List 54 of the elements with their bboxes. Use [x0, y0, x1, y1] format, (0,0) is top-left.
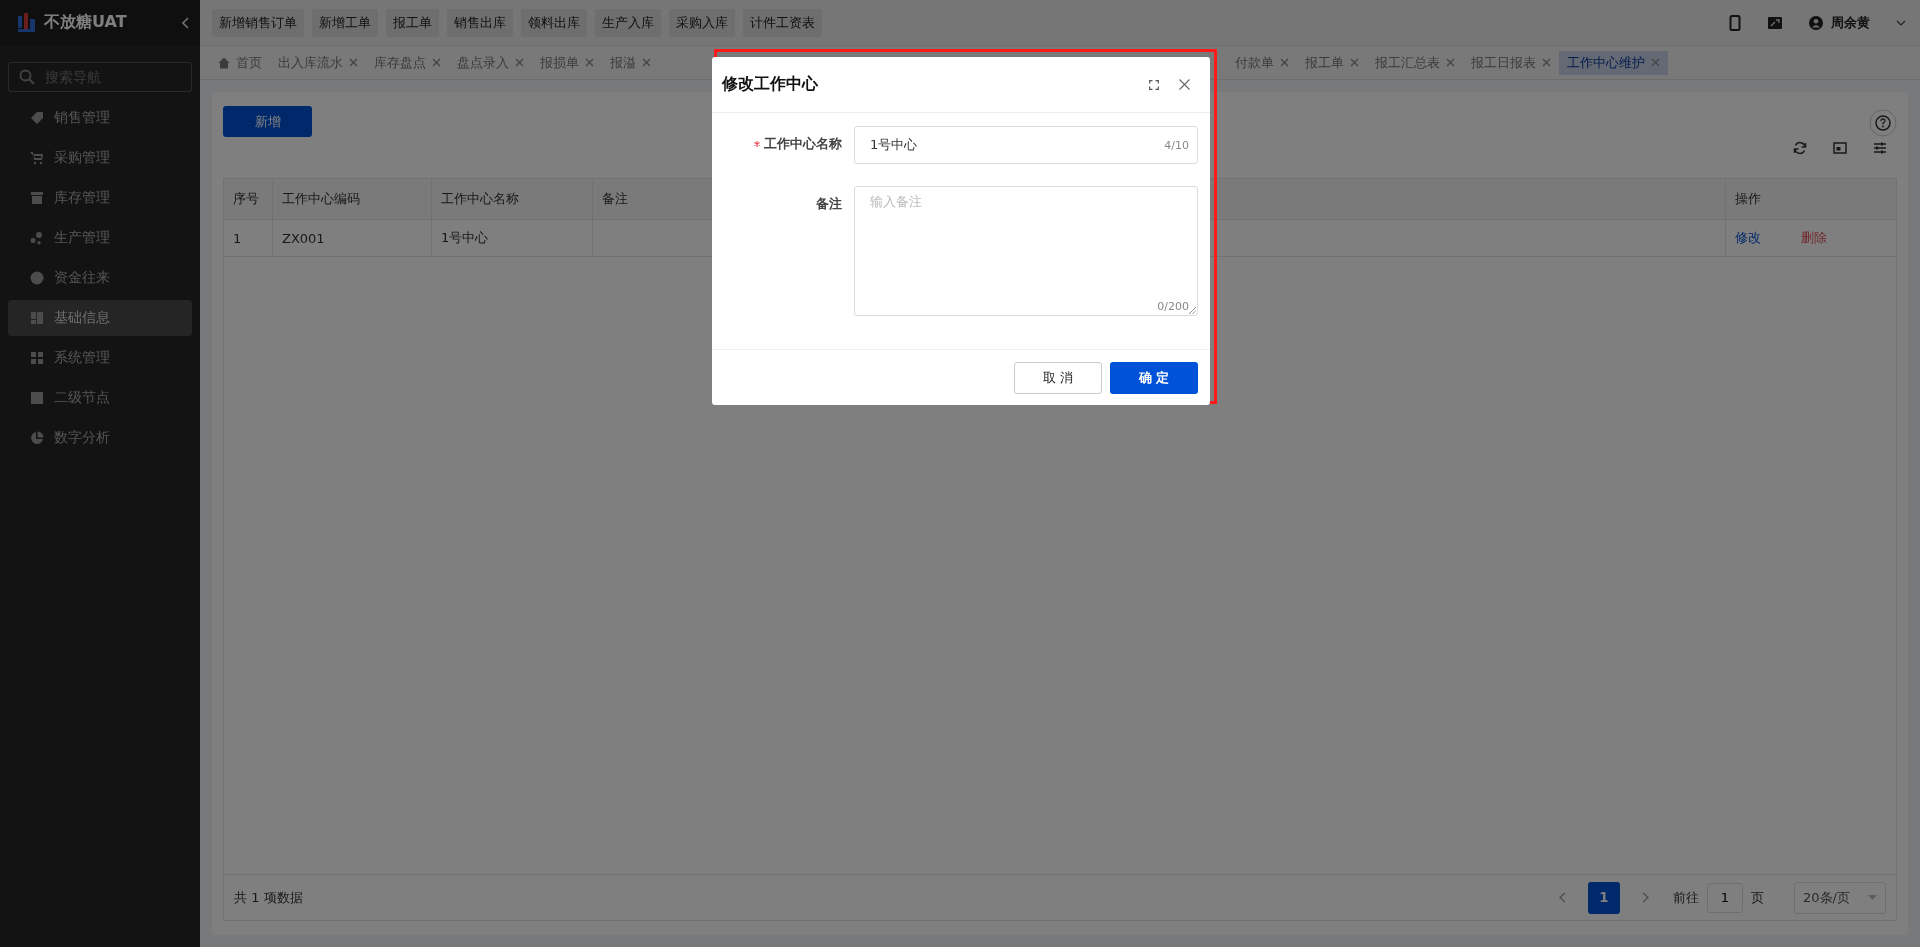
sidebar-item[interactable]: 资金往来	[8, 260, 192, 296]
quick-button[interactable]: 生产入库	[595, 8, 661, 37]
tab[interactable]: 首页	[210, 50, 270, 75]
tab[interactable]: 盘点录入	[449, 50, 532, 75]
table-cell: 1号中心	[432, 220, 593, 256]
quick-button[interactable]: 计件工资表	[743, 8, 822, 37]
action-link[interactable]: 修改	[1735, 229, 1761, 247]
sidebar-item[interactable]: 生产管理	[8, 220, 192, 256]
sidebar-item[interactable]: 系统管理	[8, 340, 192, 376]
char-counter: 4/10	[1164, 138, 1189, 152]
quick-button[interactable]: 采购入库	[669, 8, 735, 37]
page-unit: 页	[1751, 888, 1764, 907]
sidebar-item[interactable]: 销售管理	[8, 100, 192, 136]
total-count: 共 1 项数据	[234, 888, 303, 907]
page-button[interactable]: 1	[1588, 881, 1620, 914]
tab[interactable]: 报损单	[532, 50, 602, 75]
cancel-button[interactable]: 取 消	[1014, 361, 1102, 394]
sidebar-item[interactable]: 数字分析	[8, 420, 192, 456]
tab[interactable]: 付款单	[1227, 50, 1297, 75]
page-input[interactable]: 1	[1707, 882, 1743, 913]
dialog-title: 修改工作中心	[722, 74, 819, 95]
action-link[interactable]: 删除	[1801, 229, 1827, 247]
tab[interactable]: 报工单	[1297, 50, 1367, 75]
goto-label: 前往	[1673, 888, 1699, 907]
remark-textarea[interactable]: 输入备注 0/200	[854, 186, 1198, 316]
char-counter: 0/200	[1157, 300, 1189, 313]
column-header: 工作中心名称	[432, 179, 593, 219]
field-label: 备注	[816, 195, 842, 213]
add-button[interactable]: 新增	[223, 106, 312, 137]
sidebar-item[interactable]: 采购管理	[8, 140, 192, 176]
tab[interactable]: 出入库流水	[270, 50, 366, 75]
table-cell: ZX001	[273, 220, 432, 256]
sidebar-item[interactable]: 基础信息	[8, 300, 192, 336]
tab[interactable]: 工作中心维护	[1559, 50, 1668, 75]
quick-button[interactable]: 领料出库	[521, 8, 587, 37]
confirm-button[interactable]: 确 定	[1110, 361, 1198, 394]
tab[interactable]: 报溢	[602, 50, 1227, 75]
app-title: 不放糖UAT	[44, 12, 128, 33]
quick-button[interactable]: 销售出库	[447, 8, 513, 37]
tab[interactable]: 报工日报表	[1463, 50, 1559, 75]
quick-button[interactable]: 报工单	[386, 8, 439, 37]
tab[interactable]: 报工汇总表	[1367, 50, 1463, 75]
user-name[interactable]: 周余黄	[1831, 13, 1870, 32]
table-cell: 1	[224, 220, 273, 256]
quick-button[interactable]: 新增工单	[312, 8, 378, 37]
tab[interactable]: 库存盘点	[366, 50, 449, 75]
column-header: 操作	[1734, 190, 1762, 208]
page-size-select[interactable]: 20条/页	[1794, 881, 1886, 914]
sidebar-item[interactable]: 库存管理	[8, 180, 192, 216]
name-input[interactable]: 1号中心 4/10	[854, 126, 1198, 164]
quick-button[interactable]: 新增销售订单	[212, 8, 304, 37]
column-header: 工作中心编码	[273, 179, 432, 219]
field-label: 工作中心名称	[764, 135, 842, 153]
column-header: 序号	[224, 179, 273, 219]
